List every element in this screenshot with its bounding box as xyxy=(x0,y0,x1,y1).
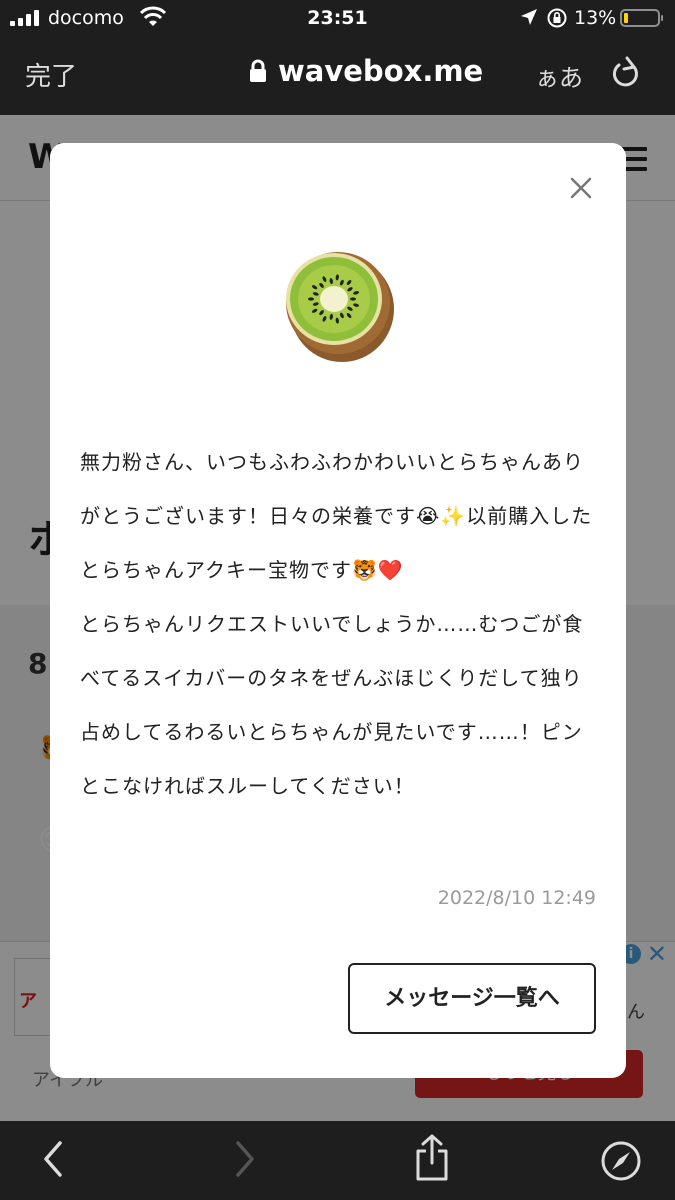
done-button[interactable]: 完了 xyxy=(25,56,77,93)
address-bar[interactable]: wavebox.me xyxy=(248,54,483,88)
close-icon[interactable] xyxy=(566,173,596,203)
url-text: wavebox.me xyxy=(278,54,484,88)
share-icon[interactable] xyxy=(414,1133,450,1183)
lock-icon xyxy=(250,59,266,82)
location-icon xyxy=(521,9,537,25)
battery-icon xyxy=(620,9,663,27)
compass-icon[interactable] xyxy=(600,1140,642,1182)
reload-icon[interactable] xyxy=(610,56,642,90)
message-modal: 無力粉さん、いつもふわふわかわいいとらちゃんありがとうございます！日々の栄養です… xyxy=(50,143,626,1078)
text-size-button[interactable]: ぁあ xyxy=(535,58,583,93)
message-date: 2022/8/10 12:49 xyxy=(437,887,596,909)
back-icon[interactable] xyxy=(40,1139,66,1179)
kiwi-icon xyxy=(286,252,394,362)
status-bar: docomo 23:51 13% xyxy=(0,0,675,38)
message-text: 無力粉さん、いつもふわふわかわいいとらちゃんありがとうございます！日々の栄養です… xyxy=(80,450,593,798)
forward-icon[interactable] xyxy=(232,1139,258,1179)
message-list-button[interactable]: メッセージ一覧へ xyxy=(348,963,596,1034)
browser-top-bar: 完了 wavebox.me ぁあ xyxy=(0,38,675,115)
battery-percent: 13% xyxy=(574,7,617,29)
browser-bottom-bar xyxy=(0,1121,675,1200)
rotation-lock-icon xyxy=(547,8,567,28)
